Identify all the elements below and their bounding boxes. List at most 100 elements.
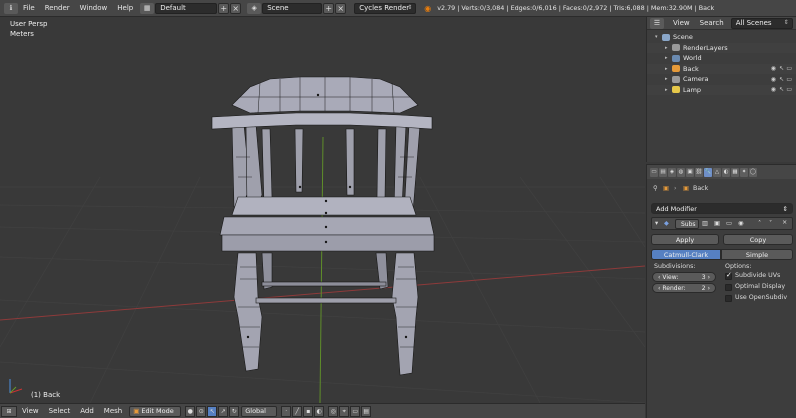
expand-toggle-icon[interactable]: ▸ bbox=[665, 55, 672, 61]
add-layout-button[interactable]: + bbox=[218, 2, 230, 14]
outliner-row[interactable]: ▸ World bbox=[647, 53, 796, 64]
snap-icon[interactable]: ⌖ bbox=[339, 405, 350, 417]
transform-orientation-dropdown[interactable]: Global bbox=[241, 405, 278, 417]
add-modifier-label: Add Modifier bbox=[656, 204, 697, 213]
render-preview-icon[interactable]: ▭ bbox=[350, 405, 361, 417]
camera-icon[interactable]: ▭ bbox=[786, 65, 792, 72]
expand-toggle-icon[interactable]: ▸ bbox=[665, 76, 672, 82]
outliner-row[interactable]: ▾ Scene bbox=[647, 32, 796, 43]
screen-layout-icon[interactable]: ▦ bbox=[140, 2, 155, 14]
cursor-icon[interactable]: ↖ bbox=[779, 65, 784, 72]
subdivide-uvs-label: Subdivide UVs bbox=[735, 272, 781, 279]
cursor-icon[interactable]: ↖ bbox=[779, 76, 784, 83]
show-viewport-icon[interactable]: ▭ bbox=[726, 220, 732, 227]
move-down-icon[interactable]: ˅ bbox=[769, 220, 772, 227]
decrement-icon: ‹ bbox=[658, 284, 661, 292]
outliner-menu-view[interactable]: View bbox=[668, 19, 695, 27]
outliner-row[interactable]: ▸ Back ◉ ↖ ▭ bbox=[647, 63, 796, 74]
units-label: Meters bbox=[10, 30, 34, 38]
expand-toggle-icon[interactable]: ▸ bbox=[665, 45, 672, 51]
proportional-edit-icon[interactable]: ◎ bbox=[328, 405, 339, 417]
menu-mesh[interactable]: Mesh bbox=[99, 407, 127, 415]
material-tab-icon[interactable]: ◐ bbox=[722, 167, 730, 177]
outliner-filter-dropdown[interactable]: All Scenes ⇕ bbox=[730, 17, 793, 29]
render-engine-value: Cycles Render bbox=[359, 4, 410, 12]
breadcrumb-arrow-icon: › bbox=[674, 185, 677, 192]
3d-viewport[interactable]: User Persp Meters (1) Back bbox=[0, 17, 645, 403]
render-levels-field[interactable]: ‹ Render: 2 › bbox=[652, 283, 716, 293]
outliner-row[interactable]: ▸ RenderLayers bbox=[647, 42, 796, 53]
menu-select[interactable]: Select bbox=[44, 407, 76, 415]
expand-toggle-icon[interactable]: ▸ bbox=[665, 66, 672, 72]
outliner-row[interactable]: ▸ Camera ◉ ↖ ▭ bbox=[647, 74, 796, 85]
screen-layout-field[interactable]: Default bbox=[155, 2, 218, 14]
menu-file[interactable]: File bbox=[18, 4, 40, 12]
view-levels-field[interactable]: ‹ View: 3 › bbox=[652, 272, 716, 282]
scene-icon[interactable]: ◈ bbox=[247, 2, 262, 14]
constraints-tab-icon[interactable]: ⛓ bbox=[695, 167, 703, 177]
editor-type-icon[interactable]: ℹ bbox=[4, 2, 18, 14]
copy-button[interactable]: Copy bbox=[723, 234, 793, 245]
expand-arrow-icon[interactable]: ▾ bbox=[655, 220, 658, 227]
translate-icon[interactable]: ↗ bbox=[218, 405, 229, 417]
use-opensubdiv-checkbox[interactable] bbox=[725, 295, 732, 302]
subsurf-modifier-icon: ◆ bbox=[664, 220, 669, 227]
data-tab-icon[interactable]: △ bbox=[713, 167, 721, 177]
texture-tab-icon[interactable]: ▦ bbox=[731, 167, 739, 177]
expand-toggle-icon[interactable]: ▸ bbox=[665, 87, 672, 93]
remove-layout-button[interactable]: × bbox=[230, 2, 242, 14]
rotate-icon[interactable]: ↻ bbox=[229, 405, 240, 417]
mode-dropdown[interactable]: ▣ Edit Mode bbox=[129, 405, 182, 417]
menu-view[interactable]: View bbox=[17, 407, 44, 415]
close-icon[interactable]: × bbox=[782, 219, 787, 226]
render-engine-dropdown[interactable]: Cycles Render ⇕ bbox=[354, 2, 417, 14]
physics-tab-icon[interactable]: ◯ bbox=[749, 167, 757, 177]
add-scene-button[interactable]: + bbox=[323, 2, 335, 14]
scene-tab-icon[interactable]: ◈ bbox=[668, 167, 676, 177]
camera-view-icon[interactable]: ▤ bbox=[361, 405, 372, 417]
expand-toggle-icon[interactable]: ▾ bbox=[655, 34, 662, 40]
catmull-clark-option[interactable]: Catmull-Clark bbox=[651, 249, 721, 260]
modifiers-tab-icon[interactable]: 🔧 bbox=[704, 167, 712, 177]
vertex-select-icon[interactable]: · bbox=[281, 405, 292, 417]
pivot-icon[interactable]: ⊙ bbox=[196, 405, 207, 417]
face-select-icon[interactable]: ▪ bbox=[303, 405, 314, 417]
eye-icon[interactable]: ◉ bbox=[771, 86, 776, 93]
move-up-icon[interactable]: ˄ bbox=[758, 220, 761, 227]
show-render-icon[interactable]: ◉ bbox=[738, 220, 744, 227]
menu-window[interactable]: Window bbox=[75, 4, 113, 12]
eye-icon[interactable]: ◉ bbox=[771, 65, 776, 72]
outliner-row[interactable]: ▸ Lamp ◉ ↖ ▭ bbox=[647, 84, 796, 95]
apply-button[interactable]: Apply bbox=[651, 234, 719, 245]
outliner-editor-icon[interactable]: ☰ bbox=[650, 17, 664, 29]
render-layers-tab-icon[interactable]: ▤ bbox=[659, 167, 667, 177]
eye-icon[interactable]: ◉ bbox=[771, 76, 776, 83]
remove-scene-button[interactable]: × bbox=[335, 2, 347, 14]
camera-icon[interactable]: ▭ bbox=[786, 76, 792, 83]
add-modifier-dropdown[interactable]: Add Modifier ⇕ bbox=[651, 203, 793, 214]
shading-icon[interactable]: ● bbox=[185, 405, 196, 417]
simple-option[interactable]: Simple bbox=[721, 249, 793, 260]
menu-render[interactable]: Render bbox=[40, 4, 75, 12]
scene-field[interactable]: Scene bbox=[262, 2, 323, 14]
particles-tab-icon[interactable]: ✦ bbox=[740, 167, 748, 177]
occlude-icon[interactable]: ◐ bbox=[314, 405, 325, 417]
world-tab-icon[interactable]: ◍ bbox=[677, 167, 685, 177]
edge-select-icon[interactable]: ╱ bbox=[292, 405, 303, 417]
subdivide-uvs-checkbox[interactable] bbox=[725, 271, 732, 280]
object-tab-icon[interactable]: ▣ bbox=[686, 167, 694, 177]
show-editmode-icon[interactable]: ▣ bbox=[714, 220, 720, 227]
manipulator-icon[interactable]: ↖ bbox=[207, 405, 218, 417]
properties-panel: ▭ ▤ ◈ ◍ ▣ ⛓ 🔧 △ ◐ ▦ ✦ ◯ ⚲ ▣ › ▣ Back Add… bbox=[646, 164, 796, 418]
editmode-cage-icon[interactable]: ▥ bbox=[702, 220, 708, 227]
editor-type-icon[interactable]: ⊞ bbox=[1, 405, 17, 417]
cursor-icon[interactable]: ↖ bbox=[779, 86, 784, 93]
modifier-name-field[interactable]: Subs bbox=[675, 219, 699, 229]
menu-add[interactable]: Add bbox=[75, 407, 99, 415]
optimal-display-checkbox[interactable] bbox=[725, 284, 732, 291]
render-tab-icon[interactable]: ▭ bbox=[650, 167, 658, 177]
outliner-menu-search[interactable]: Search bbox=[695, 19, 729, 27]
menu-help[interactable]: Help bbox=[112, 4, 138, 12]
pin-icon[interactable]: ⚲ bbox=[653, 185, 658, 192]
camera-icon[interactable]: ▭ bbox=[786, 86, 792, 93]
